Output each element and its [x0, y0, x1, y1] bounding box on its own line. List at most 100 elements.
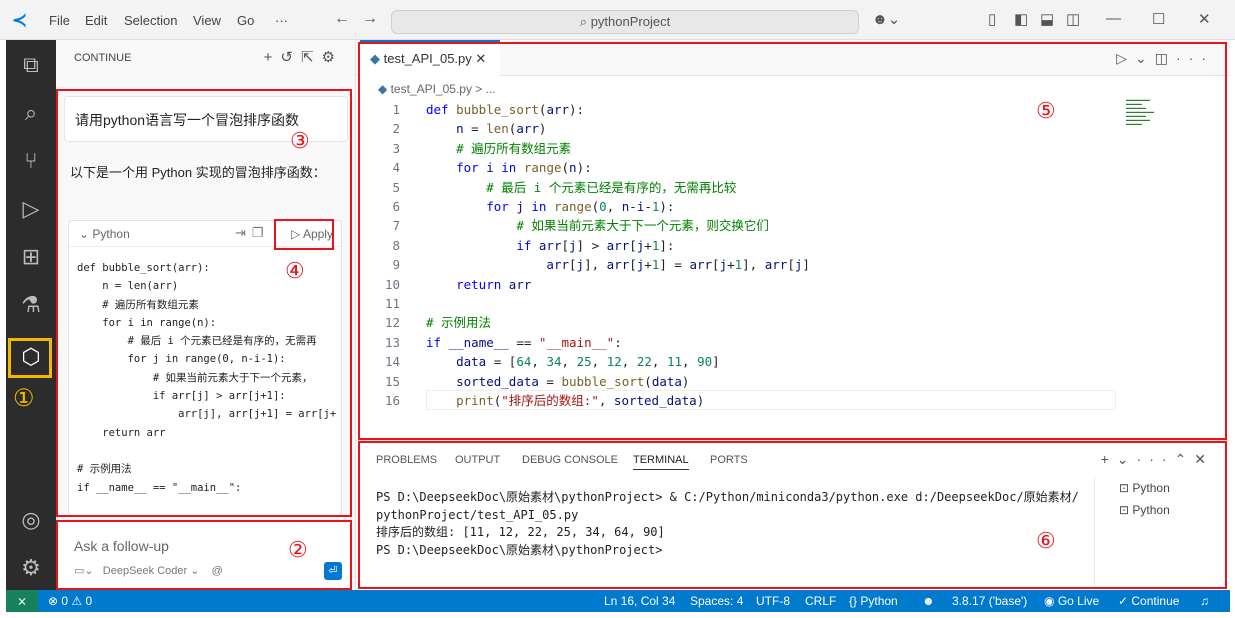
editor-area: ◆ test_API_05.py ✕ ▷⌄◫··· ◆ test_API_05.…	[356, 40, 1230, 440]
line-numbers: 1 2 3 4 5 6 7 8 9 10 11 12 13 14 15 16	[384, 102, 400, 409]
tab-output[interactable]: OUTPUT	[455, 454, 500, 466]
broadcast-icon: ◉	[1044, 594, 1058, 608]
editor-actions: ▷⌄◫···	[1116, 50, 1214, 67]
activity-bar: ⧉ ⌕ ⑂ ▷ ⊞ ⚗ ⬡ ① ◎ ⚙	[6, 40, 56, 590]
annotation-1: ①	[13, 385, 35, 412]
breadcrumb[interactable]: ◆ test_API_05.py > ...	[378, 82, 496, 96]
run-icon[interactable]: ▷⌄	[1116, 50, 1155, 66]
terminal-icon: ⊡	[1119, 481, 1133, 495]
copilot-status-icon[interactable]: ☻	[922, 594, 935, 608]
toggle-secondary-sidebar-icon[interactable]: ◫	[1066, 10, 1080, 28]
minimize-icon[interactable]: —	[1106, 10, 1121, 27]
new-session-icon[interactable]: +	[264, 49, 281, 66]
terminal-list: ⊡ Python ⊡ Python	[1094, 477, 1230, 587]
python-file-icon: ◆	[370, 51, 384, 66]
code-editor[interactable]: def bubble_sort(arr): n = len(arr) # 遍历所…	[426, 100, 810, 411]
menu-go[interactable]: Go	[237, 13, 254, 28]
terminal-output[interactable]: PS D:\DeepseekDoc\原始素材\pythonProject> & …	[376, 489, 1096, 559]
search-view-icon[interactable]: ⌕	[16, 98, 46, 128]
followup-input[interactable]: Ask a follow-up ▭⌄ DeepSeek Coder ⌄ @ ⏎	[58, 522, 352, 590]
annotation-5: ⑤	[1036, 98, 1056, 123]
run-debug-icon[interactable]: ▷	[16, 194, 46, 224]
explorer-icon[interactable]: ⧉	[16, 50, 46, 80]
send-icon[interactable]: ⏎	[324, 562, 342, 580]
annotation-3: ③	[290, 128, 310, 153]
annotation-6: ⑥	[1036, 528, 1056, 553]
menu-edit[interactable]: Edit	[85, 13, 107, 28]
line-ending[interactable]: CRLF	[805, 594, 836, 608]
status-bar: ⨯ ⊗ 0 ⚠ 0 Ln 16, Col 34 Spaces: 4 UTF-8 …	[6, 590, 1230, 612]
problems-count[interactable]: ⊗ 0 ⚠ 0	[48, 594, 92, 608]
continue-extension-icon[interactable]: ⬡	[16, 342, 46, 372]
copilot-icon[interactable]: ☻⌄	[872, 10, 900, 28]
continue-sidebar: CONTINUE +↺⇱⚙ 请用python语言写一个冒泡排序函数 以下是一个用…	[56, 40, 356, 590]
menu-selection[interactable]: Selection	[124, 13, 177, 28]
menu-view[interactable]: View	[193, 13, 221, 28]
maximize-icon[interactable]: ☐	[1152, 10, 1165, 28]
open-fullscreen-icon[interactable]: ⇱	[301, 49, 322, 66]
code-block-header: ⌄ Python ⇥❐ ▷ Apply	[69, 221, 341, 247]
remote-icon[interactable]: ⨯	[6, 590, 38, 612]
continue-status[interactable]: ✓ Continue	[1118, 594, 1179, 608]
panel-actions: +⌄···⌃✕	[1101, 451, 1214, 468]
menu-more[interactable]: ···	[275, 13, 288, 28]
code-block-actions: ⇥❐	[235, 225, 270, 241]
testing-icon[interactable]: ⚗	[16, 290, 46, 320]
editor-tabs: ◆ test_API_05.py ✕ ▷⌄◫···	[356, 40, 1230, 76]
back-arrow-icon[interactable]: ←	[334, 10, 350, 28]
vscode-logo-icon: ≺	[12, 10, 28, 30]
command-center-search[interactable]: ⌕ pythonProject	[391, 10, 859, 34]
notifications-bell-icon[interactable]: ♫	[1200, 594, 1209, 608]
toggle-sidebar-icon[interactable]: ◧	[1014, 10, 1028, 28]
close-tab-icon[interactable]: ✕	[475, 51, 486, 66]
terminal-icon: ⊡	[1119, 503, 1133, 517]
terminal-item[interactable]: ⊡ Python	[1119, 503, 1170, 517]
search-icon: ⌕	[579, 14, 591, 29]
python-interpreter[interactable]: 3.8.17 ('base')	[952, 594, 1027, 608]
python-file-icon: ◆	[378, 82, 391, 96]
minimap[interactable]: ▬▬▬▬▬▬ ▬▬▬▬ ▬▬▬▬▬ ▬▬▬▬▬▬▬ ▬▬▬▬▬ ▬▬▬▬▬▬ ▬▬▬▬	[1126, 98, 1180, 132]
tab-debug-console[interactable]: DEBUG CONSOLE	[522, 454, 618, 466]
title-bar: ≺ File Edit Selection View Go ··· ← → ⌕ …	[0, 0, 1235, 40]
extensions-icon[interactable]: ⊞	[16, 242, 46, 272]
toggle-panel-icon[interactable]: ⬓	[1040, 10, 1054, 28]
source-control-icon[interactable]: ⑂	[16, 146, 46, 176]
insert-icon[interactable]: ⇥	[235, 225, 252, 240]
settings-gear-icon[interactable]: ⚙	[16, 553, 46, 583]
maximize-panel-icon[interactable]: ⌃	[1175, 451, 1195, 467]
forward-arrow-icon[interactable]: →	[362, 10, 378, 28]
split-editor-icon[interactable]: ◫	[1155, 50, 1176, 66]
search-text: pythonProject	[590, 14, 671, 29]
code-language: ⌄ Python	[79, 227, 130, 241]
tab-terminal[interactable]: TERMINAL	[633, 454, 689, 470]
go-live[interactable]: ◉ Go Live	[1044, 594, 1099, 608]
close-panel-icon[interactable]: ✕	[1194, 451, 1214, 467]
encoding[interactable]: UTF-8	[756, 594, 790, 608]
copy-icon[interactable]: ❐	[252, 225, 270, 240]
sidebar-title: CONTINUE	[74, 52, 132, 64]
menu-file[interactable]: File	[49, 13, 70, 28]
assistant-answer: 以下是一个用 Python 实现的冒泡排序函数：	[70, 165, 326, 180]
history-icon[interactable]: ↺	[280, 49, 301, 66]
language-mode[interactable]: {} Python	[849, 594, 898, 608]
tab-test-api-05[interactable]: ◆ test_API_05.py ✕	[360, 40, 500, 76]
terminal-item[interactable]: ⊡ Python	[1119, 481, 1170, 495]
sidebar-actions: +↺⇱⚙	[264, 48, 343, 66]
more-actions-icon[interactable]: ···	[1176, 50, 1214, 66]
tab-problems[interactable]: PROBLEMS	[376, 454, 437, 466]
followup-placeholder: Ask a follow-up	[74, 538, 169, 554]
tab-ports[interactable]: PORTS	[710, 454, 748, 466]
account-icon[interactable]: ◎	[16, 505, 46, 535]
gear-icon[interactable]: ⚙	[322, 49, 343, 66]
close-window-icon[interactable]: ✕	[1198, 10, 1211, 28]
code-block-content: def bubble_sort(arr): n = len(arr) # 遍历所…	[77, 262, 337, 494]
new-terminal-icon[interactable]: +⌄	[1101, 451, 1137, 467]
layout-icon[interactable]: ▯	[988, 10, 996, 28]
indentation[interactable]: Spaces: 4	[690, 594, 743, 608]
more-icon[interactable]: ···	[1137, 451, 1175, 467]
annotation-2: ②	[288, 537, 308, 562]
cursor-position[interactable]: Ln 16, Col 34	[604, 594, 675, 608]
apply-button[interactable]: ▷ Apply	[283, 223, 341, 245]
model-selector[interactable]: ▭⌄ DeepSeek Coder ⌄ @	[74, 564, 223, 577]
bottom-panel: PROBLEMS OUTPUT DEBUG CONSOLE TERMINAL P…	[356, 440, 1230, 590]
